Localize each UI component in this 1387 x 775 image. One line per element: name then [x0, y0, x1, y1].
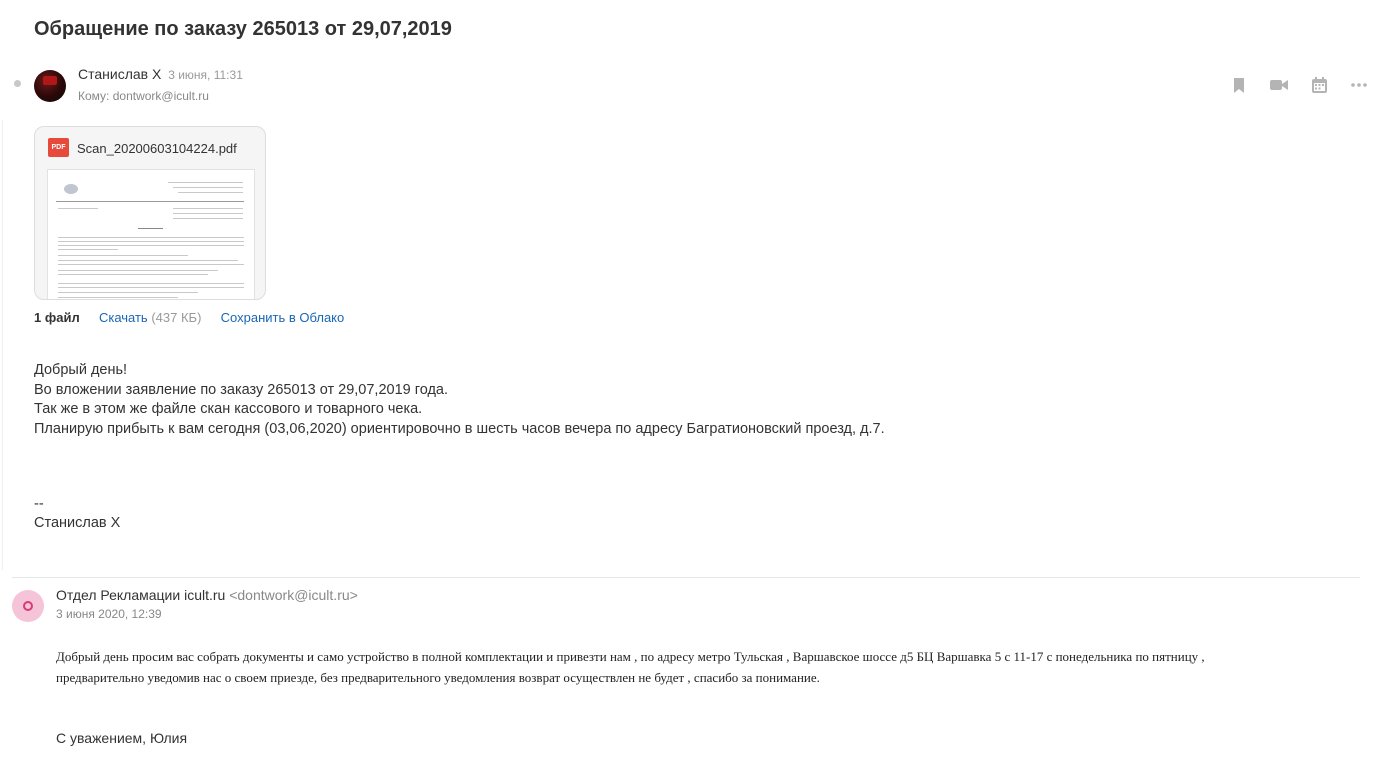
- sender-email[interactable]: <dontwork@icult.ru>: [229, 587, 358, 603]
- more-icon[interactable]: [1349, 75, 1369, 95]
- recipient-line[interactable]: Кому: dontwork@icult.ru: [78, 89, 209, 103]
- attachment-preview[interactable]: [47, 169, 255, 299]
- signature-separator: --: [34, 496, 44, 512]
- body-line: Планирую прибыть к вам сегодня (03,06,20…: [34, 420, 885, 437]
- body-line: Добрый день!: [34, 362, 128, 378]
- sender-header: Отдел Рекламации icult.ru <dontwork@icul…: [56, 587, 358, 603]
- save-to-cloud-link[interactable]: Сохранить в Облако: [221, 310, 345, 325]
- signature: -- Станислав Х: [34, 495, 120, 533]
- message-actions: [1229, 75, 1369, 95]
- signature-name: Станислав Х: [34, 515, 121, 531]
- body-line: предварительно уведомив нас о своем прие…: [56, 670, 820, 685]
- sender-name[interactable]: Отдел Рекламации icult.ru: [56, 587, 225, 603]
- email-subject: Обращение по заказу 265013 от 29,07,2019: [34, 18, 452, 40]
- message-body: Добрый день! Во вложении заявление по за…: [34, 361, 885, 439]
- body-line: Так же в этом же файле скан кассового и …: [34, 401, 423, 417]
- avatar[interactable]: [12, 590, 44, 622]
- body-line: Добрый день просим вас собрать документы…: [56, 649, 1205, 664]
- message-divider: [12, 577, 1360, 578]
- attachment-filename[interactable]: Scan_20200603104224.pdf: [77, 141, 237, 156]
- file-count: 1 файл: [34, 310, 80, 325]
- video-icon[interactable]: [1269, 75, 1289, 95]
- pdf-file-icon: PDF: [48, 138, 69, 157]
- attachment-summary: 1 файл Скачать (437 КБ) Сохранить в Обла…: [34, 310, 344, 325]
- attachment-card[interactable]: PDF Scan_20200603104224.pdf: [34, 126, 266, 300]
- message-date: 3 июня 2020, 12:39: [56, 607, 162, 621]
- avatar[interactable]: [34, 70, 66, 102]
- file-size: (437 КБ): [151, 310, 202, 325]
- bookmark-icon[interactable]: [1229, 75, 1249, 95]
- unread-dot-icon[interactable]: [14, 80, 21, 87]
- thread-line: [2, 120, 3, 570]
- message-date: 3 июня, 11:31: [168, 68, 243, 82]
- download-link[interactable]: Скачать: [99, 310, 148, 325]
- calendar-icon[interactable]: [1309, 75, 1329, 95]
- signature: С уважением, Юлия: [56, 730, 188, 746]
- body-line: Во вложении заявление по заказу 265013 о…: [34, 381, 449, 398]
- circle-icon: [23, 601, 33, 611]
- message-body: Добрый день просим вас собрать документы…: [56, 646, 1356, 688]
- sender-name[interactable]: Станислав Х: [78, 66, 161, 82]
- sender-header: Станислав Х 3 июня, 11:31: [78, 66, 243, 82]
